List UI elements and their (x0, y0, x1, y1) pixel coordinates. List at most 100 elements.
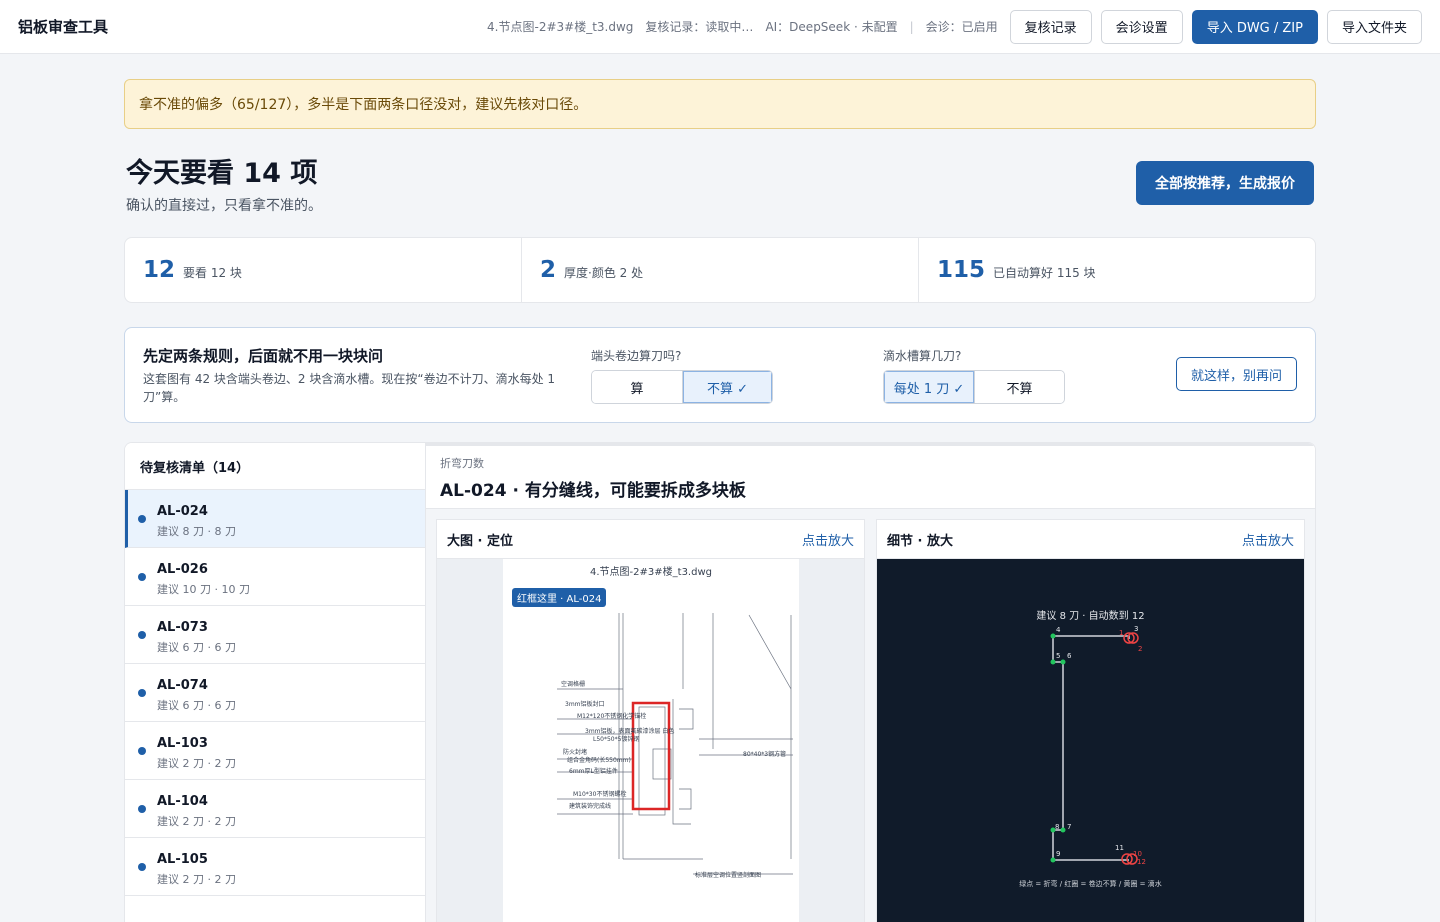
zoom-panel: 细节 · 放大 点击放大 建议 8 刀 · 自动数到 12 1 2 3 4 5 … (876, 519, 1305, 922)
warning-banner: 拿不准的偏多（65/127），多半是下面两条口径没对，建议先核对口径。 (124, 79, 1316, 129)
item-suggestion: 建议 10 刀 · 10 刀 (157, 583, 250, 596)
cad-label: 80*40*3钢方管 (743, 751, 787, 758)
stat-value: 12 (143, 257, 176, 283)
import-folder-button[interactable]: 导入文件夹 (1326, 9, 1422, 44)
list-item[interactable]: AL-103 建议 2 刀 · 2 刀 (125, 722, 425, 780)
zoom-canvas[interactable]: 建议 8 刀 · 自动数到 12 1 2 3 4 5 6 7 8 9 10 11… (877, 559, 1304, 922)
status-dot (138, 573, 146, 581)
status-separator: | (909, 19, 914, 34)
bend-point (1050, 857, 1056, 863)
point-label: 8 (1055, 823, 1060, 831)
cad-label: 3mm铝板封口 (565, 701, 605, 708)
main-content: 拿不准的偏多（65/127），多半是下面两条口径没对，建议先核对口径。 今天要看… (124, 54, 1316, 922)
stat-value: 115 (937, 257, 986, 283)
top-bar: 铝板审查工具 4.节点图-2#3#楼_t3.dwg 复核记录：读取中… AI：D… (0, 0, 1440, 54)
list-item[interactable]: AL-024 建议 8 刀 · 8 刀 (125, 490, 425, 548)
item-suggestion: 建议 6 刀 · 6 刀 (157, 699, 236, 712)
detail-category: 折弯刀数 (440, 457, 484, 470)
ai-status: AI：DeepSeek · 未配置 (765, 20, 898, 34)
point-label: 2 (1138, 645, 1143, 653)
stat-auto-calculated[interactable]: 115 已自动算好 115 块 (919, 238, 1315, 302)
point-label: 12 (1137, 858, 1146, 866)
bend-point (1050, 633, 1056, 639)
status-dot (138, 631, 146, 639)
cad-label: 6mm厚L型铝挂件 (569, 768, 618, 775)
status-dot (138, 863, 146, 871)
cad-drawing (557, 613, 793, 875)
list-item[interactable]: AL-026 建议 10 刀 · 10 刀 (125, 548, 425, 606)
overview-title: 大图 · 定位 (447, 533, 513, 549)
zoom-legend: 绿点 = 折弯 / 红圈 = 卷边不算 / 黄圈 = 滴水 (1019, 880, 1162, 888)
review-log-button[interactable]: 复核记录 (1009, 9, 1092, 44)
zoom-title: 细节 · 放大 (887, 533, 953, 549)
stat-to-review[interactable]: 12 要看 12 块 (125, 238, 522, 302)
list-item[interactable]: AL-105 建议 2 刀 · 2 刀 (125, 838, 425, 896)
item-suggestion: 建议 8 刀 · 8 刀 (157, 525, 236, 538)
bend-point (1060, 659, 1066, 665)
import-dwg-button[interactable]: 导入 DWG / ZIP (1191, 9, 1318, 44)
rule-drip-option-one-per[interactable]: 每处 1 刀 ✓ (884, 371, 974, 403)
cad-label: 建筑装饰完成线 (569, 803, 612, 810)
detail-header: 折弯刀数 AL-024 · 有分缝线，可能要拆成多块板 (426, 443, 1315, 509)
item-id: AL-024 (157, 504, 208, 519)
bend-point (1050, 659, 1056, 665)
item-suggestion: 建议 2 刀 · 2 刀 (157, 757, 236, 770)
point-label: 4 (1056, 626, 1061, 634)
overview-zoom-link[interactable]: 点击放大 (802, 530, 854, 549)
overview-panel: 大图 · 定位 点击放大 4.节点图-2#3#楼_t3.dwg 红框这里 · A… (436, 519, 865, 922)
rules-description: 这套图有 42 块含端头卷边、2 块含滴水槽。现在按“卷边不计刀、滴水每处 1 … (143, 372, 556, 404)
cad-label: 标准层空调位置竖剖面图 (695, 872, 762, 879)
rule-hem-option-no-count[interactable]: 不算 ✓ (682, 371, 772, 403)
status-dot (138, 747, 146, 755)
review-status: 复核记录：读取中… (645, 20, 754, 34)
bend-profile (1050, 632, 1139, 865)
stat-thickness-color[interactable]: 2 厚度·颜色 2 处 (522, 238, 919, 302)
app-title: 铝板审查工具 (18, 18, 109, 36)
warning-text: 拿不准的偏多（65/127），多半是下面两条口径没对，建议先核对口径。 (139, 97, 588, 113)
list-item[interactable]: AL-104 建议 2 刀 · 2 刀 (125, 780, 425, 838)
cad-label: M12*120不锈钢化学锚栓 (577, 713, 647, 720)
item-id: AL-105 (157, 852, 208, 867)
status-bar: 4.节点图-2#3#楼_t3.dwg 复核记录：读取中… AI：DeepSeek… (487, 18, 998, 35)
rules-confirm-button[interactable]: 就这样，别再问 (1175, 357, 1297, 391)
item-id: AL-104 (157, 794, 208, 809)
cad-label: 组合金角码(长550mm) (567, 757, 631, 764)
stat-value: 2 (540, 257, 557, 283)
overview-canvas[interactable]: 4.节点图-2#3#楼_t3.dwg 红框这里 · AL-024 空调格栅 3m… (437, 559, 864, 922)
file-name: 4.节点图-2#3#楼_t3.dwg (487, 20, 634, 34)
point-label: 5 (1056, 652, 1061, 660)
rules-panel: 先定两条规则，后面就不用一块块问 这套图有 42 块含端头卷边、2 块含滴水槽。… (124, 327, 1316, 423)
rule-drip-toggle: 每处 1 刀 ✓ 不算 (883, 370, 1065, 404)
cad-label: L50*50*5镀锌钢 (593, 736, 640, 743)
stats-bar: 12 要看 12 块 2 厚度·颜色 2 处 115 已自动算好 115 块 (124, 237, 1316, 303)
item-id: AL-074 (157, 678, 208, 693)
bend-point (1060, 827, 1066, 833)
page-title: 今天要看 14 项 (126, 158, 318, 189)
rule-hem-question: 端头卷边算刀吗? (591, 349, 682, 363)
stat-label: 厚度·颜色 2 处 (564, 266, 644, 280)
rule-drip-option-none[interactable]: 不算 (974, 371, 1064, 403)
summary-header: 今天要看 14 项 确认的直接过，只看拿不准的。 全部按推荐，生成报价 (124, 129, 1316, 237)
review-workspace: 待复核清单（14） AL-024 建议 8 刀 · 8 刀 AL-026 建议 … (124, 442, 1316, 922)
item-suggestion: 建议 6 刀 · 6 刀 (157, 641, 236, 654)
consult-settings-button[interactable]: 会诊设置 (1100, 9, 1183, 44)
stat-label: 要看 12 块 (183, 266, 242, 280)
drawing-sheet: 4.节点图-2#3#楼_t3.dwg 红框这里 · AL-024 空调格栅 3m… (503, 559, 799, 922)
rule-hem-toggle: 算 不算 ✓ (591, 370, 773, 404)
rule-hem-option-count[interactable]: 算 (592, 371, 682, 403)
list-item[interactable]: AL-073 建议 6 刀 · 6 刀 (125, 606, 425, 664)
page-subtitle: 确认的直接过，只看拿不准的。 (126, 198, 322, 214)
detail-title: AL-024 · 有分缝线，可能要拆成多块板 (440, 481, 746, 501)
accept-all-generate-quote-button[interactable]: 全部按推荐，生成报价 (1136, 161, 1314, 205)
review-list: 待复核清单（14） AL-024 建议 8 刀 · 8 刀 AL-026 建议 … (125, 443, 426, 922)
status-dot (138, 515, 146, 523)
cad-label: M10*30不锈钢螺栓 (573, 791, 627, 798)
point-label: 6 (1067, 652, 1072, 660)
list-item[interactable]: AL-074 建议 6 刀 · 6 刀 (125, 664, 425, 722)
item-id: AL-103 (157, 736, 208, 751)
status-dot (138, 805, 146, 813)
consult-status: 会诊：已启用 (925, 20, 998, 34)
zoom-zoom-link[interactable]: 点击放大 (1242, 530, 1294, 549)
item-suggestion: 建议 2 刀 · 2 刀 (157, 815, 236, 828)
point-label: 10 (1133, 850, 1142, 858)
